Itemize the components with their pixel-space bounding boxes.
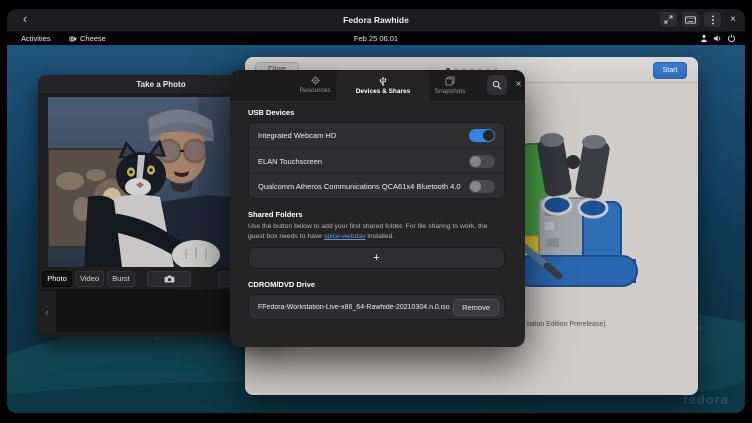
close-icon: × [730,14,736,25]
usb-device-toggle[interactable] [469,155,495,168]
keyboard-button[interactable] [682,12,699,27]
menu-icon [711,15,715,25]
start-button[interactable]: Start [653,62,687,79]
menu-button[interactable] [704,12,721,27]
usb-device-row: ELAN Touchscreen [249,148,504,173]
clock[interactable]: Feb 25 06:01 [7,32,745,45]
vm-screen: ‹ Fedora Rawhide × Activities Cheese Feb… [7,9,745,413]
camera-icon [164,275,175,283]
close-window-button[interactable]: × [726,12,740,27]
properties-dialog: Resources Devices & Shares Snapshots × U… [230,70,525,347]
close-icon: × [516,79,522,90]
search-icon [492,80,502,90]
usb-device-name: ELAN Touchscreen [258,157,469,166]
power-icon [727,34,736,43]
volume-icon [713,34,722,43]
cdrom-header: CDROM/DVD Drive [248,280,505,289]
usb-device-name: Qualcomm Atheros Communications QCA61x4 … [258,182,469,191]
usb-device-name: Integrated Webcam HD [258,131,469,140]
fullscreen-icon [664,15,673,24]
resources-icon [311,76,320,85]
search-button[interactable] [487,75,507,95]
tab-video[interactable]: Video [75,271,104,287]
gallery-scroll-left-button[interactable]: ‹ [38,291,56,333]
tab-photo[interactable]: Photo [42,271,72,287]
tab-snapshots[interactable]: Snapshots [406,70,494,100]
chevron-left-icon: ‹ [46,307,49,317]
tab-burst[interactable]: Burst [107,271,135,287]
usb-device-row: Integrated Webcam HD [249,123,504,148]
spice-webdav-link[interactable]: spice-webdav [324,233,366,240]
cdrom-row: FFedora-Workstation-Live-x86_64-Rawhide-… [248,294,505,320]
prerelease-caption: tation Edition Prerelease). [527,321,608,328]
window-title: Fedora Rawhide [7,9,745,32]
usb-devices-header: USB Devices [248,108,505,117]
plus-icon: + [373,252,379,264]
shared-folders-header: Shared Folders [248,210,505,219]
usb-device-toggle[interactable] [469,180,495,193]
keyboard-icon [685,16,696,24]
fullscreen-button[interactable] [660,12,677,27]
gnome-topbar: Activities Cheese Feb 25 06:01 [7,32,745,45]
usb-device-toggle[interactable] [469,129,495,142]
shared-folders-description: Use the button below to add your first s… [248,222,505,242]
system-tray[interactable] [700,32,736,45]
iso-file-name: FFedora-Workstation-Live-x86_64-Rawhide-… [258,304,453,311]
add-shared-folder-button[interactable]: + [248,247,505,269]
usb-devices-list: Integrated Webcam HD ELAN Touchscreen Qu… [248,122,505,199]
remove-iso-button[interactable]: Remove [453,299,499,316]
take-photo-button[interactable] [147,271,191,287]
dialog-close-button[interactable]: × [512,77,525,93]
snapshots-icon [445,76,455,86]
usb-icon [379,76,387,86]
usb-device-row: Qualcomm Atheros Communications QCA61x4 … [249,173,504,198]
window-titlebar: ‹ Fedora Rawhide × [7,9,745,32]
dialog-header: Resources Devices & Shares Snapshots × [230,70,525,100]
person-icon [700,34,708,43]
